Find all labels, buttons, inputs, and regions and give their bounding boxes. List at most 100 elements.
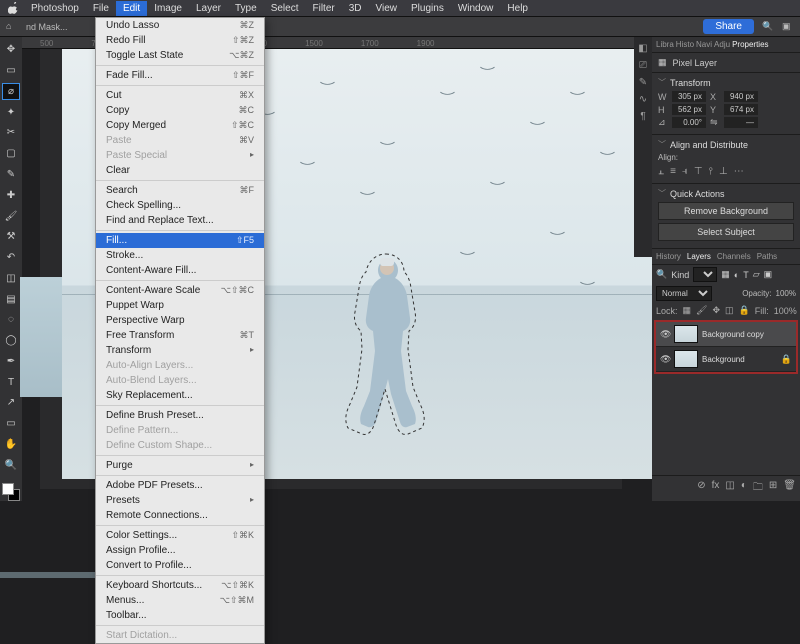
layers-panel-tabs[interactable]: History Layers Channels Paths [652,249,800,265]
menu-3d[interactable]: 3D [342,1,369,16]
layer-filter-row[interactable]: 🔍 Kind ▦ ◐ T ▱ ▣ [652,265,800,284]
quick-heading[interactable]: Quick Actions [658,188,794,199]
menu-item-menus[interactable]: Menus...⌥⇧⌘M [96,593,264,608]
lock-paint-icon[interactable]: 🖌 [696,305,707,316]
dock-icon[interactable]: ¶ [640,111,645,122]
panel-tab-history[interactable]: History [656,252,681,261]
tool-gradient[interactable]: ▤ [2,290,20,308]
blend-opacity-row[interactable]: Normal Opacity: 100% [652,284,800,303]
menu-item-stroke[interactable]: Stroke... [96,248,264,263]
menu-item-adobe-pdf-presets[interactable]: Adobe PDF Presets... [96,478,264,493]
menu-item-free-transform[interactable]: Free Transform⌘T [96,328,264,343]
menu-type[interactable]: Type [228,1,264,16]
menu-item-convert-to-profile[interactable]: Convert to Profile... [96,558,264,573]
tool-eyedropper[interactable]: ✎ [2,166,20,184]
properties-panel-tabs[interactable]: LibraHistoNaviAdjuProperties [652,37,800,53]
menu-item-clear[interactable]: Clear [96,163,264,178]
height-field[interactable]: 562 px [672,104,706,115]
color-swatches[interactable] [2,483,20,501]
menu-item-copy-merged[interactable]: Copy Merged⇧⌘C [96,118,264,133]
menu-image[interactable]: Image [147,1,189,16]
menu-item-content-aware-scale[interactable]: Content-Aware Scale⌥⇧⌘C [96,283,264,298]
align-left-icon[interactable]: ⫠ [658,166,664,177]
menu-item-content-aware-fill[interactable]: Content-Aware Fill... [96,263,264,278]
menu-item-undo-lasso[interactable]: Undo Lasso⌘Z [96,18,264,33]
tool-pen[interactable]: ✒ [2,353,20,371]
tool-hand[interactable]: ✋ [2,436,20,454]
more-icon[interactable]: ⋯ [734,166,744,177]
mask-icon[interactable]: ◫ [725,480,734,497]
menu-filter[interactable]: Filter [305,1,341,16]
menu-file[interactable]: File [86,1,116,16]
menu-item-purge[interactable]: Purge [96,458,264,473]
share-button[interactable]: Share [703,19,754,34]
panel-tab-properties[interactable]: Properties [732,40,768,49]
group-icon[interactable]: 🗀 [753,480,763,497]
lock-row[interactable]: Lock: ▦ 🖌 ✥ ◫ 🔒 Fill: 100% [652,303,800,318]
tool-blur[interactable]: ◌ [2,311,20,329]
tool-eraser[interactable]: ◫ [2,269,20,287]
menu-edit[interactable]: Edit [116,1,147,16]
collapsed-dock[interactable]: ◧ ⎚ ✎ ∿ ¶ [634,37,652,257]
menu-plugins[interactable]: Plugins [404,1,451,16]
menu-photoshop[interactable]: Photoshop [24,1,86,16]
dock-icon[interactable]: ◧ [638,43,647,54]
panel-tab-histo[interactable]: Histo [676,40,694,49]
visibility-icon[interactable]: 👁 [660,329,670,340]
menu-item-remote-connections[interactable]: Remote Connections... [96,508,264,523]
menu-item-fade-fill[interactable]: Fade Fill...⇧⌘F [96,68,264,83]
edit-menu-dropdown[interactable]: Undo Lasso⌘ZRedo Fill⇧⌘ZToggle Last Stat… [95,17,265,644]
menu-item-toolbar[interactable]: Toolbar... [96,608,264,623]
panel-tab-layers[interactable]: Layers [687,252,711,261]
menu-item-define-brush-preset[interactable]: Define Brush Preset... [96,408,264,423]
layer-name[interactable]: Background copy [702,330,792,339]
menu-item-check-spelling[interactable]: Check Spelling... [96,198,264,213]
blend-mode-select[interactable]: Normal [656,286,712,301]
kind-select[interactable] [693,267,717,282]
align-bottom-icon[interactable]: ⊥ [719,166,728,177]
lock-move-icon[interactable]: ✥ [712,305,720,316]
fill-value[interactable]: 100% [774,306,797,316]
filter-icon[interactable]: 🔍 [656,269,667,280]
visibility-icon[interactable]: 👁 [660,354,670,365]
tool-heal[interactable]: ✚ [2,186,20,204]
align-top-icon[interactable]: ⊤ [694,166,703,177]
panel-tab-navi[interactable]: Navi [696,40,712,49]
tool-move[interactable]: ✥ [2,41,20,59]
menu-item-fill[interactable]: Fill...⇧F5 [96,233,264,248]
filter-adjust-icon[interactable]: ◐ [734,270,739,280]
search-icon[interactable]: 🔍 [762,21,774,33]
menu-window[interactable]: Window [451,1,501,16]
home-icon[interactable]: ⌂ [6,21,18,33]
tool-crop[interactable]: ✂ [2,124,20,142]
opacity-value[interactable]: 100% [776,289,796,298]
lock-trans-icon[interactable]: ▦ [683,305,692,316]
tool-frame[interactable]: ▢ [2,145,20,163]
layer-thumbnail[interactable] [674,325,698,343]
menu-item-keyboard-shortcuts[interactable]: Keyboard Shortcuts...⌥⇧⌘K [96,578,264,593]
tool-dodge[interactable]: ◯ [2,332,20,350]
menu-item-redo-fill[interactable]: Redo Fill⇧⌘Z [96,33,264,48]
menu-view[interactable]: View [369,1,405,16]
menu-item-copy[interactable]: Copy⌘C [96,103,264,118]
align-vcenter-icon[interactable]: ⫯ [709,166,713,177]
trash-icon[interactable]: 🗑 [783,480,796,497]
menu-item-search[interactable]: Search⌘F [96,183,264,198]
filter-pixel-icon[interactable]: ▦ [721,269,730,280]
dock-icon[interactable]: ∿ [639,94,647,105]
panel-tab-channels[interactable]: Channels [717,252,751,261]
dock-icon[interactable]: ✎ [639,77,647,88]
layers-bottom-bar[interactable]: ⊘ fx ◫ ◐ 🗀 ⊞ 🗑 [652,475,800,501]
menu-item-find-and-replace-text[interactable]: Find and Replace Text... [96,213,264,228]
skew-field[interactable]: — [724,117,758,128]
layer-name[interactable]: Background [702,355,777,364]
menu-item-color-settings[interactable]: Color Settings...⇧⌘K [96,528,264,543]
link-icon[interactable]: ⊘ [697,480,705,497]
layer-row[interactable]: 👁Background🔒 [656,347,796,372]
menu-layer[interactable]: Layer [189,1,228,16]
transform-heading[interactable]: Transform [658,77,794,88]
tool-zoom[interactable]: 🔍 [2,456,20,474]
layer-row[interactable]: 👁 Background copy [656,322,796,347]
layer-thumbnail[interactable] [674,350,698,368]
panel-tab-paths[interactable]: Paths [757,252,777,261]
